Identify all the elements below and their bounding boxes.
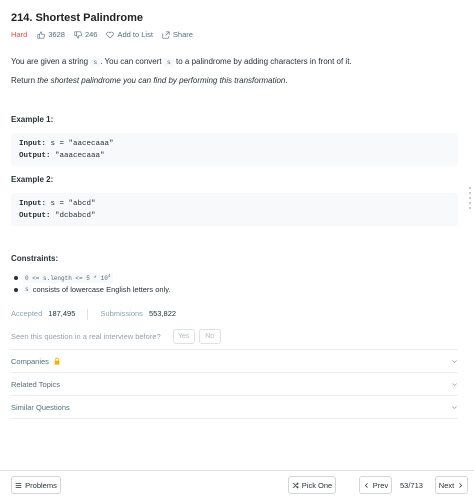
share-icon — [162, 30, 170, 39]
chevron-down-icon — [452, 405, 457, 409]
bottom-toolbar: Problems Pick One Prev 53/713 Next — [0, 470, 474, 498]
example-1-title: Example 1: — [11, 115, 54, 124]
chevron-right-icon — [459, 482, 463, 488]
companies-label: Companies — [11, 356, 49, 366]
constraint-item: 0 <= s.length <= 5 * 104 — [14, 273, 113, 283]
share-button[interactable]: Share — [162, 30, 193, 39]
accepted-value: 187,495 — [48, 309, 76, 318]
list-icon — [15, 482, 22, 488]
no-button[interactable]: No — [198, 329, 221, 344]
next-button[interactable]: Next — [435, 476, 468, 494]
likes-count: 3628 — [48, 30, 65, 39]
related-topics-section[interactable]: Related Topics — [11, 373, 458, 395]
pick-one-button[interactable]: Pick One — [288, 476, 336, 494]
panel-resize-handle[interactable] — [469, 187, 472, 209]
submission-stats: Accepted 187,495 Submissions 553,822 — [11, 309, 188, 320]
dislikes-count: 246 — [84, 30, 98, 39]
similar-questions-label: Similar Questions — [11, 402, 70, 412]
similar-questions-section[interactable]: Similar Questions — [11, 396, 458, 418]
example-1-input: s = "aacecaaa" — [50, 140, 114, 148]
difficulty-label: Hard — [11, 30, 28, 39]
interview-question: Seen this question in a real interview b… — [11, 332, 161, 341]
constraint-item: s consists of lowercase English letters … — [14, 285, 171, 294]
prev-button[interactable]: Prev — [359, 476, 392, 494]
problem-pager: 53/713 — [400, 481, 423, 490]
yes-button[interactable]: Yes — [172, 329, 195, 344]
example-2-box: Input: s = "abcd" Output: "dcbabcd" — [11, 193, 458, 226]
submissions-label: Submissions — [100, 309, 143, 318]
heart-icon — [106, 31, 115, 38]
inline-code: s — [90, 58, 101, 67]
problem-title: 214. Shortest Palindrome — [11, 12, 144, 24]
problem-meta: Hard 3628 246 Add to List Share — [11, 30, 202, 39]
inline-code: s — [163, 58, 174, 67]
example-2-title: Example 2: — [11, 175, 54, 184]
stats-divider — [87, 309, 89, 320]
emphasis-text: the shortest palindrome you can find by … — [37, 76, 286, 85]
dislike-button[interactable]: 246 — [74, 30, 98, 39]
interview-prompt: Seen this question in a real interview b… — [11, 329, 221, 344]
related-topics-label: Related Topics — [11, 379, 61, 389]
add-to-list-button[interactable]: Add to List — [106, 30, 153, 39]
share-label: Share — [172, 30, 193, 39]
submissions-value: 553,822 — [148, 309, 177, 318]
chevron-down-icon — [452, 382, 457, 386]
chevron-left-icon — [364, 482, 368, 488]
thumbs-up-icon — [37, 30, 46, 39]
accepted-label: Accepted — [11, 309, 43, 318]
chevron-down-icon — [452, 359, 457, 363]
constraints-title: Constraints: — [11, 254, 59, 263]
problems-button[interactable]: Problems — [11, 476, 61, 494]
example-1-output: "aaacecaaa" — [55, 151, 105, 160]
example-1-box: Input: s = "aacecaaa" Output: "aaacecaaa… — [11, 133, 458, 166]
example-2-output: "dcbabcd" — [55, 211, 96, 220]
description-line-2: Return the shortest palindrome you can f… — [11, 76, 288, 85]
lock-icon — [54, 357, 60, 365]
like-button[interactable]: 3628 — [37, 30, 65, 39]
shuffle-icon — [292, 481, 299, 489]
example-2-input: s = "abcd" — [50, 200, 96, 208]
add-to-list-label: Add to List — [117, 30, 153, 39]
description-line-1: You are given a string s. You can conver… — [11, 57, 352, 67]
divider — [11, 418, 458, 419]
companies-section[interactable]: Companies — [11, 350, 458, 372]
thumbs-down-icon — [74, 30, 82, 39]
